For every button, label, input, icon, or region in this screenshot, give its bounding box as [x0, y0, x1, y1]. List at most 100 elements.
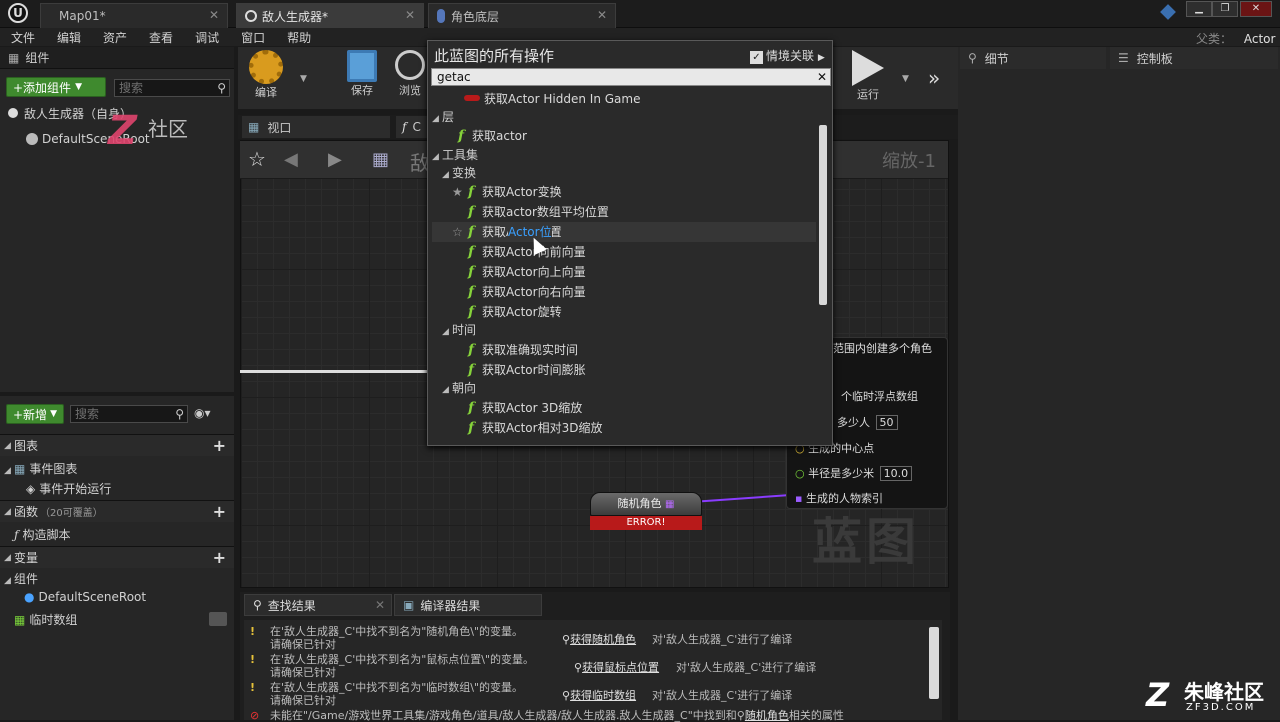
visibility-eye-icon[interactable]: ◉▾ [194, 406, 211, 420]
menu-edit[interactable]: 编辑 [46, 29, 92, 46]
back-arrow-icon[interactable]: ◀ [284, 149, 298, 170]
warning-row-3[interactable]: ! 在'敌人生成器_C'中找不到名为"临时数组\"的变量。 请确保已针对 [250, 681, 523, 707]
category-utilities[interactable]: ◢ 工具集 [432, 145, 478, 165]
favorite-star-icon[interactable]: ★ [452, 182, 468, 202]
context-sensitive-toggle[interactable]: ✓ 情境关联 ▶ [750, 47, 825, 64]
function-icon: ƒ [14, 528, 19, 542]
run-options-chevron-icon[interactable]: ▼ [902, 74, 909, 84]
close-icon[interactable]: ✕ [597, 8, 607, 22]
list-item[interactable]: f 获取Actor 3D缩放 [468, 398, 582, 418]
add-variable-icon[interactable]: + [213, 548, 226, 567]
graphs-section-header[interactable]: ◢ 图表 + [0, 434, 234, 456]
close-window-button[interactable]: ✕ [1240, 1, 1272, 17]
clear-search-icon[interactable]: ✕ [817, 69, 827, 85]
tab-construction-script[interactable]: fC [396, 116, 428, 138]
begin-play-item[interactable]: ◈ 事件开始运行 [26, 480, 111, 497]
menu-view[interactable]: 查看 [138, 29, 184, 46]
variables-section-header[interactable]: ◢ 变量 + [0, 546, 234, 568]
close-icon[interactable]: ✕ [375, 598, 385, 612]
add-function-icon[interactable]: + [213, 502, 226, 521]
browse-button[interactable]: 浏览 [392, 50, 428, 98]
construction-script-item[interactable]: ƒ 构造脚本 [14, 526, 70, 543]
warning-row-2[interactable]: ! 在'敌人生成器_C'中找不到名为"鼠标点位置\"的变量。 请确保已针对 [250, 653, 534, 679]
output-pin-icon[interactable]: ▦ [665, 499, 674, 510]
toolbar-overflow-icon[interactable]: » [928, 66, 940, 90]
results-scrollbar[interactable] [819, 125, 827, 305]
menu-assets[interactable]: 资产 [92, 29, 138, 46]
default-root-variable[interactable]: ● DefaultSceneRoot [24, 590, 146, 604]
pin-spawn-index[interactable]: ▪ 生成的人物索引 [795, 490, 883, 506]
menu-file[interactable]: 文件 [0, 29, 46, 46]
component-search-input[interactable]: 搜索 ⚲ [114, 79, 230, 97]
tab-find-results[interactable]: ⚲ 查找结果 ✕ [244, 594, 392, 616]
notification-icon[interactable] [1160, 4, 1176, 20]
tab-character-base[interactable]: 角色底层 ✕ [428, 3, 616, 28]
favorite-star-icon[interactable]: ☆ [248, 147, 266, 171]
save-button[interactable]: 保存 [336, 50, 388, 98]
count-value-field[interactable]: 50 [875, 415, 898, 430]
browse-label: 浏览 [399, 84, 421, 97]
list-item[interactable]: f 获取actor [458, 126, 527, 146]
unreal-logo-icon[interactable]: U [8, 3, 28, 23]
find-link-1[interactable]: ⚲获得随机角色 [562, 631, 636, 647]
menu-window[interactable]: 窗口 [230, 29, 276, 46]
find-link-3[interactable]: ⚲获得临时数组 [562, 687, 636, 703]
pin-radius[interactable]: ○ 半径是多少米 10.0 [795, 465, 913, 481]
blueprint-search-input[interactable]: 搜索 ⚲ [70, 405, 188, 423]
forward-arrow-icon[interactable]: ▶ [328, 149, 342, 170]
favorite-star-outline-icon[interactable]: ☆ [452, 222, 468, 242]
parent-class-value[interactable]: Actor [1244, 32, 1276, 46]
close-icon[interactable]: ✕ [209, 8, 219, 22]
list-item[interactable]: 获取Actor Hidden In Game [464, 89, 640, 109]
pin-count[interactable]: 多少人 50 [837, 414, 898, 430]
components-category[interactable]: ◢ 组件 [4, 570, 38, 587]
list-item[interactable]: ★ f 获取Actor变换 [452, 182, 562, 202]
action-search-input[interactable]: getac ✕ [431, 68, 831, 86]
tab-map01[interactable]: Map01* ✕ [40, 3, 228, 28]
pin-temp-array[interactable]: 个临时浮点数组 [841, 388, 918, 404]
menu-help[interactable]: 帮助 [276, 29, 322, 46]
temp-array-variable[interactable]: ▦ 临时数组 [14, 611, 77, 628]
compile-button[interactable]: 编译 [240, 50, 292, 100]
list-item[interactable]: f 获取Actor相对3D缩放 [468, 418, 602, 438]
event-graph-item[interactable]: ◢ ▦ 事件图表 [4, 460, 77, 477]
list-item[interactable]: f 获取准确现实时间 [468, 340, 578, 360]
save-icon [347, 50, 377, 82]
tab-viewport[interactable]: ▦ 视口 [242, 116, 390, 138]
error-row[interactable]: ⊘ 未能在"/Game/游戏世界工具集/游戏角色/道具/敌人生成器/敌人生成器.敌… [250, 709, 940, 722]
error-link[interactable]: 随机角色 [745, 709, 789, 722]
tab-enemy-spawner[interactable]: 敌人生成器* ✕ [236, 3, 424, 28]
functions-section-header[interactable]: ◢ 函数 （20可覆盖） + [0, 500, 234, 522]
find-link-2[interactable]: ⚲获得鼠标点位置 [574, 659, 659, 675]
action-menu-popup[interactable]: 此蓝图的所有操作 ✓ 情境关联 ▶ getac ✕ 获取Actor Hidden … [427, 40, 833, 446]
random-character-node[interactable]: 随机角色 ▦ ERROR! [590, 492, 702, 534]
menu-debug[interactable]: 调试 [184, 29, 230, 46]
tab-console[interactable]: ☰ 控制板 [1110, 47, 1278, 69]
minimize-button[interactable]: ▁ [1186, 1, 1212, 17]
radius-value-field[interactable]: 10.0 [879, 466, 913, 481]
warning-row-1[interactable]: ! 在'敌人生成器_C'中找不到名为"随机角色\"的变量。 请确保已针对 [250, 625, 523, 651]
list-item[interactable]: f 获取Actor旋转 [468, 302, 562, 322]
add-graph-icon[interactable]: + [213, 436, 226, 455]
components-header: ▦ 组件 [0, 47, 234, 69]
close-icon[interactable]: ✕ [405, 8, 415, 22]
run-button[interactable]: 运行 [842, 50, 894, 102]
maximize-button[interactable]: ❐ [1212, 1, 1238, 17]
category-transform[interactable]: ◢ 变换 [442, 163, 476, 183]
compile-options-chevron-icon[interactable]: ▼ [300, 74, 307, 84]
list-item[interactable]: f 获取Actor时间膨胀 [468, 360, 586, 380]
category-orientation[interactable]: ◢ 朝向 [442, 378, 476, 398]
variable-type-pill[interactable] [209, 612, 227, 626]
category-layer[interactable]: ◢ 层 [432, 107, 454, 127]
list-item[interactable]: f 获取actor数组平均位置 [468, 202, 609, 222]
tab-compiler-results[interactable]: ▣ 编译器结果 [394, 594, 542, 616]
add-new-button[interactable]: +新增 ▼ [6, 404, 64, 424]
results-scrollbar[interactable] [929, 627, 939, 699]
list-item[interactable]: f 获取Actor向上向量 [468, 262, 586, 282]
list-item[interactable]: f 获取Actor向右向量 [468, 282, 586, 302]
play-icon [852, 50, 884, 86]
add-component-button[interactable]: +添加组件 ▼ [6, 77, 106, 97]
list-item[interactable]: f 获取Actor向前向量 [468, 242, 586, 262]
tab-details[interactable]: ⚲ 细节 [960, 47, 1106, 69]
category-time[interactable]: ◢ 时间 [442, 320, 476, 340]
